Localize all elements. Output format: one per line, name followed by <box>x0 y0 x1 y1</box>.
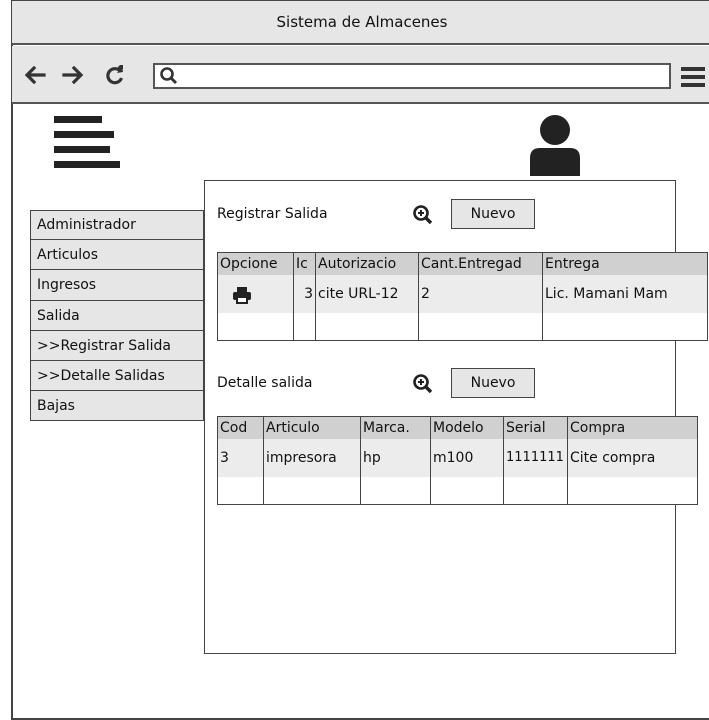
zoom-in-icon[interactable] <box>412 373 434 399</box>
column-header[interactable]: Cod <box>217 416 264 439</box>
hamburger-menu-icon[interactable] <box>52 114 122 174</box>
reload-icon[interactable] <box>105 64 125 86</box>
table-cell <box>217 476 264 505</box>
new-detalle-button[interactable]: Nuevo <box>451 368 535 398</box>
table-cell <box>217 274 294 313</box>
table-cell: Lic. Mamani Mam <box>542 274 708 313</box>
sidebar-item-salida[interactable]: Salida <box>30 301 204 331</box>
button-label: Nuevo <box>470 206 516 222</box>
table-row[interactable] <box>217 312 708 341</box>
table-cell: hp <box>360 438 431 477</box>
column-header[interactable]: Autorizacio <box>315 252 419 275</box>
arrow-right-icon[interactable] <box>62 64 84 86</box>
sidebar-item-detalle-salidas[interactable]: >>Detalle Salidas <box>30 361 204 391</box>
table-cell <box>542 312 708 341</box>
new-salida-button[interactable]: Nuevo <box>451 199 535 229</box>
table-cell: 3 <box>293 274 316 313</box>
sidebar-item-articulos[interactable]: Articulos <box>30 240 204 270</box>
table-cell <box>293 312 316 341</box>
detalle-salida-table: Cod Articulo Marca. Modelo Serial Compra… <box>217 416 698 505</box>
column-header[interactable]: Compra <box>567 416 698 439</box>
column-header[interactable]: Articulo <box>263 416 361 439</box>
registrar-salida-table: Opcione Ic Autorizacio Cant.Entregad Ent… <box>217 252 708 341</box>
column-header[interactable]: Ic <box>293 252 316 275</box>
sidebar-item-label: Salida <box>37 307 80 324</box>
table-cell <box>567 476 698 505</box>
column-header[interactable]: Cant.Entregad <box>418 252 543 275</box>
window-title: Sistema de Almacenes <box>276 13 448 31</box>
column-header[interactable]: Serial <box>503 416 568 439</box>
table-cell <box>503 476 568 505</box>
table-cell <box>217 312 294 341</box>
button-label: Nuevo <box>470 375 516 391</box>
user-avatar-icon[interactable] <box>528 114 582 180</box>
table-cell <box>315 312 419 341</box>
table-cell: m100 <box>430 438 504 477</box>
table-row[interactable]: 3 cite URL-12 2 Lic. Mamani Mam <box>217 274 708 313</box>
table-cell: 3 <box>217 438 264 477</box>
column-header[interactable]: Opcione <box>217 252 294 275</box>
table-cell: 2 <box>418 274 543 313</box>
url-bar[interactable] <box>153 63 671 89</box>
sidebar-item-label: >>Registrar Salida <box>37 337 171 354</box>
arrow-left-icon[interactable] <box>24 64 46 86</box>
table-cell: Cite compra <box>567 438 698 477</box>
sidebar-item-registrar-salida[interactable]: >>Registrar Salida <box>30 331 204 361</box>
column-header[interactable]: Entrega <box>542 252 708 275</box>
printer-icon[interactable] <box>232 286 252 308</box>
table-cell <box>360 476 431 505</box>
column-header[interactable]: Modelo <box>430 416 504 439</box>
sidebar-item-bajas[interactable]: Bajas <box>30 391 204 421</box>
table-cell <box>418 312 543 341</box>
window-title-bar: Sistema de Almacenes <box>12 1 709 45</box>
table-cell <box>430 476 504 505</box>
sidebar-item-label: Bajas <box>37 397 75 414</box>
search-icon <box>159 66 179 90</box>
table-row[interactable] <box>217 476 698 505</box>
sidebar-item-label: Ingresos <box>37 277 97 293</box>
sidebar-item-label: Articulos <box>37 246 99 263</box>
sidebar-item-label: >>Detalle Salidas <box>37 367 165 384</box>
hamburger-menu-icon[interactable] <box>681 66 705 92</box>
table-cell: cite URL-12 <box>315 274 419 313</box>
table-cell: impresora <box>263 438 361 477</box>
sidebar-item-label: Administrador <box>37 217 136 233</box>
sidebar-item-ingresos[interactable]: Ingresos <box>30 270 204 301</box>
zoom-in-icon[interactable] <box>412 204 434 230</box>
section-title-registrar-salida: Registrar Salida <box>217 206 328 222</box>
table-row[interactable]: 3 impresora hp m100 1111111 Cite compra <box>217 438 698 477</box>
sidebar-item-administrador[interactable]: Administrador <box>30 210 204 240</box>
column-header[interactable]: Marca. <box>360 416 431 439</box>
table-cell: 1111111 <box>503 438 568 477</box>
section-title-detalle-salida: Detalle salida <box>217 375 313 391</box>
table-cell <box>263 476 361 505</box>
